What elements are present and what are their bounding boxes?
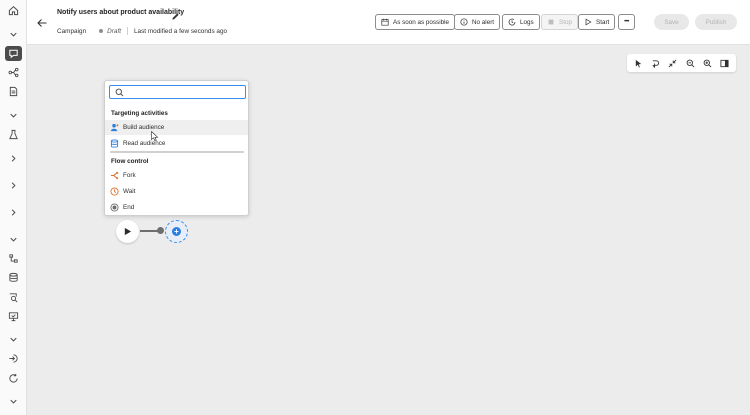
stop-icon [548,19,554,25]
publish-button[interactable]: Publish [695,14,737,30]
alert-button[interactable]: No alert [454,14,501,30]
logs-label: Logs [520,18,534,26]
zoom-in-icon[interactable] [702,58,713,69]
build-audience-icon [110,123,119,132]
activity-search-input[interactable] [127,87,242,97]
stop-button[interactable]: Stop [541,14,578,30]
status-dot-icon [99,29,104,33]
activity-end[interactable]: End [105,200,248,215]
play-icon [585,18,592,26]
add-activity-node[interactable]: + [165,220,188,243]
info-icon [460,18,468,26]
activity-label: Read audience [123,140,166,147]
campaign-meta: Campaign Draft Last modified a few secon… [57,27,227,35]
last-modified-text: Last modified a few seconds ago [134,27,228,35]
chevron-down-icon[interactable] [5,27,22,42]
page-title: Notify users about product availability [57,9,185,16]
start-label: Start [596,18,610,26]
campaign-header: Notify users about product availability … [27,0,750,45]
history-icon [508,18,516,26]
flask-icon[interactable] [5,127,22,142]
read-audience-icon [110,139,119,148]
home-icon[interactable] [5,3,22,18]
logs-button[interactable]: Logs [502,14,540,30]
activity-wait[interactable]: Wait [105,184,248,199]
chevron-down-icon[interactable] [5,394,22,409]
connector-handle[interactable] [157,227,164,234]
section-flow-control: Flow control [111,158,149,165]
section-targeting-activities: Targeting activities [111,110,168,117]
stop-label: Stop [559,18,572,26]
activity-label: End [123,204,135,211]
popover-scrollbar[interactable] [110,151,244,153]
chevron-down-icon[interactable] [5,232,22,247]
alert-label: No alert [472,18,495,26]
mouse-cursor-icon [151,131,159,142]
divider [127,27,128,35]
panel-icon[interactable] [719,58,730,69]
play-icon [124,227,132,236]
save-button[interactable]: Save [654,14,689,30]
search-data-icon[interactable] [5,290,22,305]
canvas-toolbar [627,54,736,72]
calendar-icon [381,18,389,26]
activity-label: Wait [123,188,136,195]
plus-icon: + [172,227,181,236]
chevron-down-icon[interactable] [5,332,22,347]
select-icon[interactable] [633,58,644,69]
workflow-icon[interactable] [5,251,22,266]
chevron-right-icon[interactable] [5,178,22,193]
end-icon [110,203,119,212]
start-button[interactable]: Start [578,14,616,30]
campaign-icon[interactable] [5,46,22,61]
schedule-button[interactable]: As soon as possible [375,14,456,30]
activity-picker-popover: Targeting activities Build audience Read… [104,80,249,216]
journey-icon[interactable] [5,65,22,80]
clock-icon [110,187,119,196]
activity-build-audience[interactable]: Build audience [105,120,248,135]
start-node[interactable] [116,220,139,243]
activity-search-field[interactable] [109,85,246,99]
schedule-label: As soon as possible [393,18,450,26]
chevron-right-icon[interactable] [5,205,22,220]
breadcrumb-campaign[interactable]: Campaign [57,28,86,35]
collapse-icon[interactable] [667,58,678,69]
monitor-icon[interactable] [5,309,22,324]
activity-label: Fork [123,172,136,179]
chevron-down-icon[interactable] [5,108,22,123]
login-icon[interactable] [5,351,22,366]
more-actions-button[interactable]: ••• [618,14,635,30]
refresh-icon[interactable] [5,371,22,386]
status-badge: Draft [107,27,121,35]
activity-fork[interactable]: Fork [105,168,248,183]
zoom-out-icon[interactable] [685,58,696,69]
left-navigation-rail [0,0,27,415]
edit-pencil-icon[interactable] [171,8,180,20]
database-icon[interactable] [5,270,22,285]
undo-icon[interactable] [650,58,661,69]
search-icon [115,88,124,97]
chevron-right-icon[interactable] [5,151,22,166]
document-icon[interactable] [5,84,22,99]
activity-label: Build audience [123,124,165,131]
fork-icon [110,171,119,180]
back-arrow-icon[interactable] [36,16,48,28]
activity-read-audience[interactable]: Read audience [105,136,248,151]
